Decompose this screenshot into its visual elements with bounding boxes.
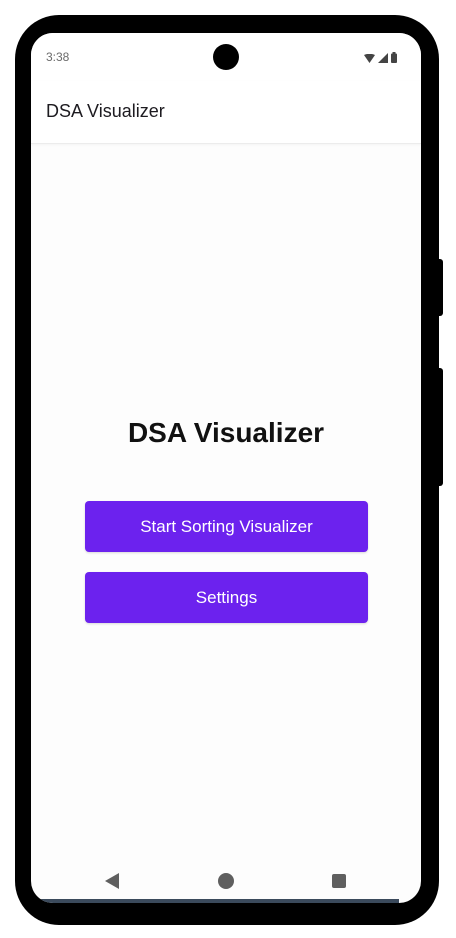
signal-icon: [378, 50, 388, 68]
power-button: [437, 259, 443, 316]
volume-button: [437, 368, 443, 486]
bottom-strip: [31, 899, 399, 903]
settings-button[interactable]: Settings: [85, 572, 368, 623]
back-icon[interactable]: [105, 873, 119, 894]
camera-cutout: [213, 44, 239, 70]
main-content: DSA Visualizer Start Sorting Visualizer …: [31, 144, 421, 864]
app-bar-title: DSA Visualizer: [46, 101, 165, 121]
screen: 3:38 DSA Visualizer DSA Visualizer Start…: [31, 33, 421, 903]
status-bar: 3:38: [31, 33, 421, 81]
recents-icon[interactable]: [332, 874, 346, 888]
home-icon[interactable]: [218, 873, 234, 889]
wifi-icon: [364, 50, 375, 68]
app-bar: DSA Visualizer: [31, 81, 421, 144]
start-sorting-visualizer-button[interactable]: Start Sorting Visualizer: [85, 501, 368, 552]
system-nav-bar: [31, 863, 421, 903]
status-icons: [364, 50, 397, 68]
battery-icon: [391, 50, 397, 68]
page-title: DSA Visualizer: [127, 417, 325, 448]
status-time: 3:38: [46, 50, 70, 64]
